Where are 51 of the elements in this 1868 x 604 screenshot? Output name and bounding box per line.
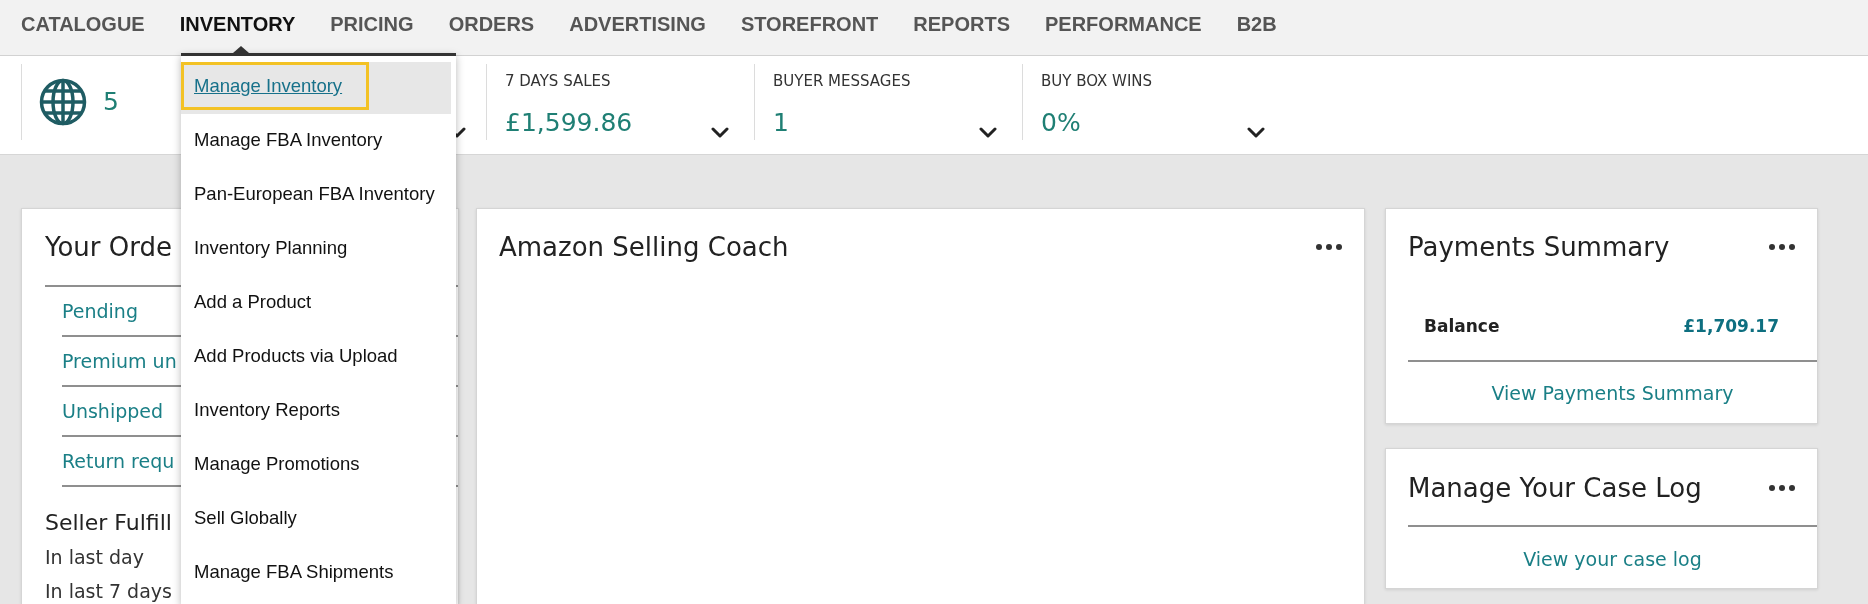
card-title: Manage Your Case Log xyxy=(1408,472,1702,504)
metric-value: £1,599.86 xyxy=(505,108,633,138)
menu-item[interactable]: Sell Globally xyxy=(181,494,451,546)
section-title: Seller Fulfill xyxy=(45,509,172,537)
menu-item[interactable]: Inventory Planning xyxy=(181,224,451,276)
metric-value: 1 xyxy=(773,108,789,138)
period-label: In last day xyxy=(45,545,144,569)
payments-summary-link[interactable]: View Payments Summary xyxy=(1491,382,1734,404)
chevron-down-icon[interactable] xyxy=(979,127,997,138)
metric-label: BUY BOX WINS xyxy=(1041,72,1153,90)
nav-tab[interactable]: CATALOGUE xyxy=(21,0,145,48)
chevron-down-icon[interactable] xyxy=(711,127,729,138)
more-options-button[interactable] xyxy=(1316,244,1342,250)
menu-item[interactable]: Manage Promotions xyxy=(181,440,451,492)
card-title: Your Orde xyxy=(45,231,172,263)
nav-tab[interactable]: ADVERTISING xyxy=(569,0,706,48)
menu-item[interactable]: Manage Inventory xyxy=(181,62,451,114)
balance-label: Balance xyxy=(1424,315,1500,337)
more-options-button[interactable] xyxy=(1769,485,1795,491)
nav-tab[interactable]: REPORTS xyxy=(913,0,1010,48)
chevron-down-icon[interactable] xyxy=(1247,127,1265,138)
menu-item[interactable]: Add a Product xyxy=(181,278,451,330)
menu-item[interactable]: Pan-European FBA Inventory xyxy=(181,170,451,222)
order-status-link[interactable]: Return requ xyxy=(62,450,175,472)
more-options-button[interactable] xyxy=(1769,244,1795,250)
marketplace-count: 5 xyxy=(103,87,119,117)
metric-label: 7 DAYS SALES xyxy=(505,72,611,90)
more-icon xyxy=(1769,485,1795,491)
menu-item[interactable]: Add Products via Upload xyxy=(181,332,451,384)
order-status-link[interactable]: Premium un xyxy=(62,350,177,372)
menu-item[interactable]: Inventory Reports xyxy=(181,386,451,438)
nav-tab[interactable]: PRICING xyxy=(330,0,414,48)
more-icon xyxy=(1316,244,1342,250)
balance-amount: £1,709.17 xyxy=(1683,315,1779,337)
nav-tab[interactable]: PERFORMANCE xyxy=(1045,0,1202,48)
card-title: Payments Summary xyxy=(1408,231,1670,263)
metric-label: BUYER MESSAGES xyxy=(773,72,911,90)
nav-tab[interactable]: B2B xyxy=(1236,0,1277,48)
case-log-link[interactable]: View your case log xyxy=(1523,548,1702,570)
menu-item[interactable]: Manage FBA Shipments xyxy=(181,548,451,583)
nav-tab[interactable]: INVENTORY xyxy=(179,0,296,48)
order-status-link[interactable]: Pending xyxy=(62,300,138,322)
menu-item[interactable]: Manage FBA Inventory xyxy=(181,116,451,168)
period-label: In last 7 days xyxy=(45,579,172,603)
nav-tab[interactable]: STOREFRONT xyxy=(740,0,879,48)
card-title: Amazon Selling Coach xyxy=(499,231,789,263)
order-status-link[interactable]: Unshipped xyxy=(62,400,164,422)
globe-icon xyxy=(39,78,87,126)
more-icon xyxy=(1769,244,1795,250)
nav-tab[interactable]: ORDERS xyxy=(448,0,535,48)
metric-value: 0% xyxy=(1041,108,1081,138)
